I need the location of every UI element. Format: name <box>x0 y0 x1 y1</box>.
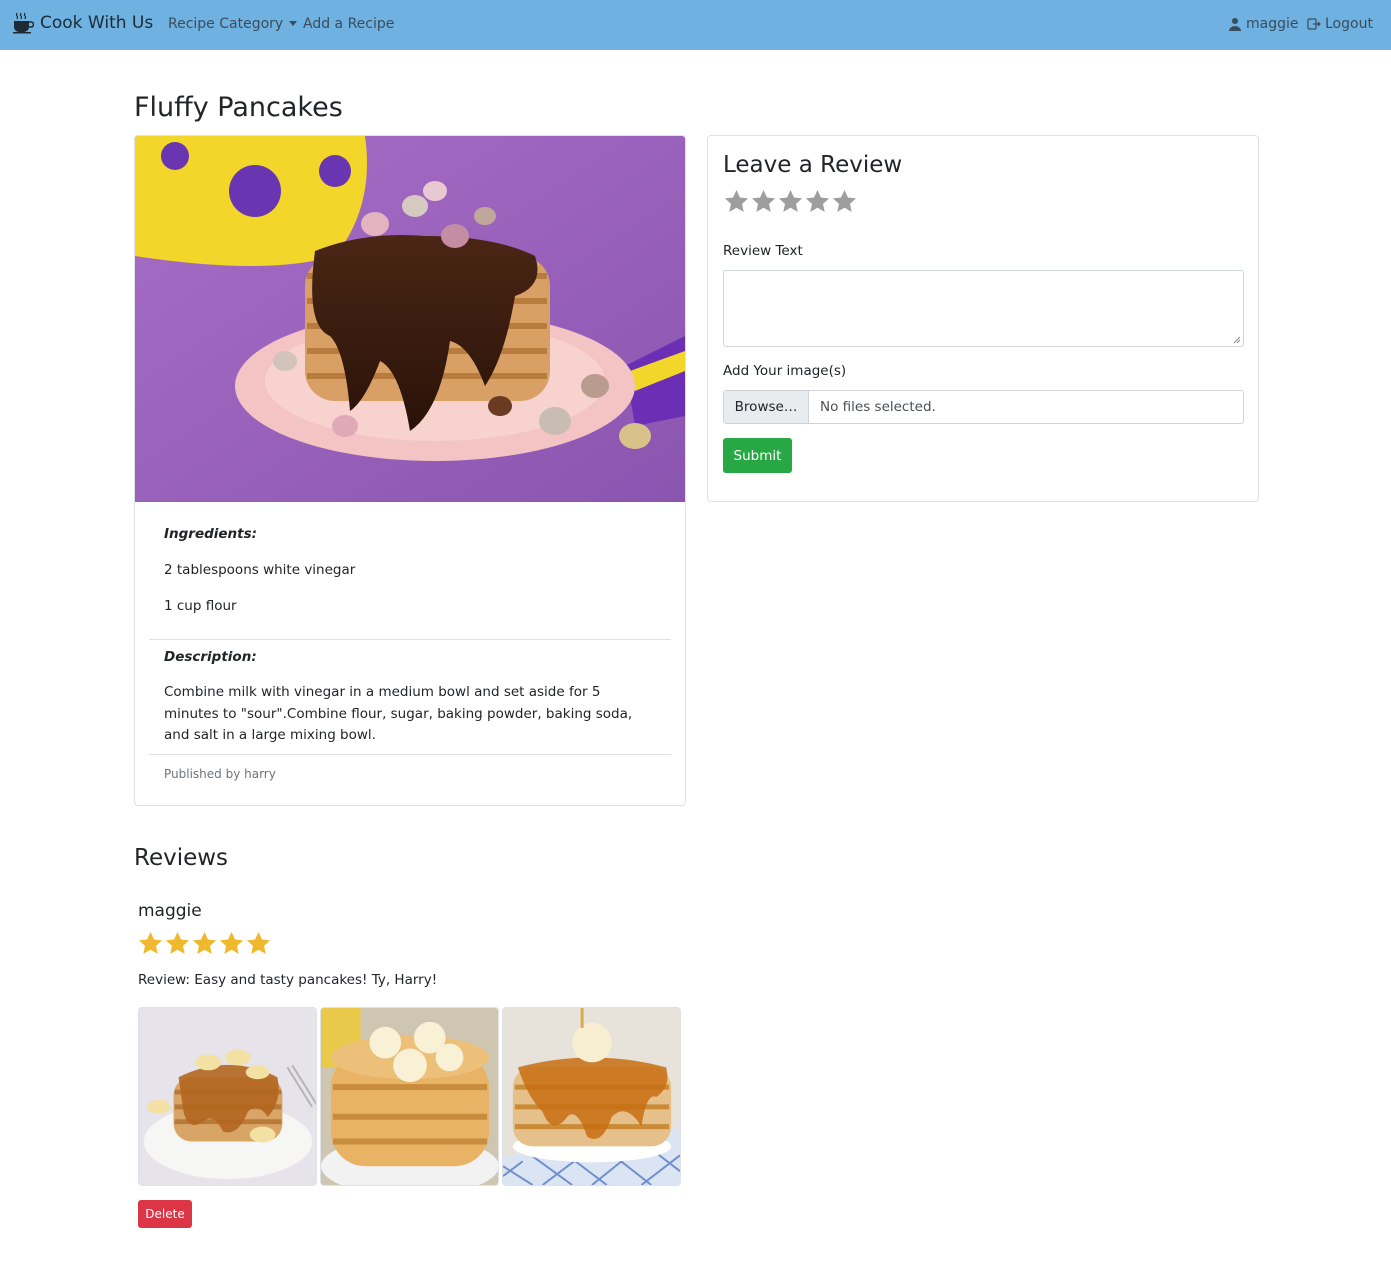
ingredient-item: 2 tablespoons white vinegar <box>164 562 356 578</box>
add-recipe-link[interactable]: Add a Recipe <box>303 16 394 32</box>
review-form-card: Leave a Review Review Text Add Your imag… <box>707 135 1259 502</box>
recipe-image <box>135 136 685 502</box>
filled-star-icon <box>219 932 244 954</box>
coffee-cup-icon <box>13 12 34 34</box>
recipe-category-dropdown[interactable]: Recipe Category <box>168 16 298 32</box>
user-icon <box>1229 18 1241 31</box>
reviews-heading: Reviews <box>134 845 229 871</box>
recipe-title: Fluffy Pancakes <box>134 92 343 123</box>
brand-link[interactable]: Cook With Us <box>12 12 153 34</box>
ingredient-item: 1 cup flour <box>164 598 237 614</box>
description-text: Combine milk with vinegar in a medium bo… <box>164 684 633 743</box>
review-form-heading: Leave a Review <box>723 152 903 178</box>
rating-input[interactable] <box>723 188 858 215</box>
filled-star-icon <box>192 932 217 954</box>
rating-star-icon[interactable] <box>777 188 804 215</box>
logout-link[interactable]: Logout <box>1307 16 1373 32</box>
rating-star-icon[interactable] <box>723 188 750 215</box>
resize-handle-icon[interactable] <box>1233 336 1241 344</box>
recipe-card: Ingredients: 2 tablespoons white vinegar… <box>134 135 686 806</box>
filled-star-icon <box>138 932 163 954</box>
rating-star-icon[interactable] <box>750 188 777 215</box>
filled-star-icon <box>246 932 271 954</box>
logout-label: Logout <box>1325 16 1373 32</box>
logout-icon <box>1307 18 1321 30</box>
delete-review-button[interactable]: Delete <box>138 1200 192 1228</box>
review-text-input[interactable] <box>723 270 1244 347</box>
review-text-label: Review Text <box>723 243 803 259</box>
browse-button[interactable]: Browse… <box>724 391 809 423</box>
divider <box>149 639 671 640</box>
review-image[interactable] <box>138 1007 317 1186</box>
review-author: maggie <box>138 901 202 921</box>
review-image[interactable] <box>320 1007 499 1186</box>
banana-caramel-pancakes-photo <box>139 1008 316 1185</box>
recipe-category-label: Recipe Category <box>168 16 284 32</box>
rating-star-icon[interactable] <box>831 188 858 215</box>
submit-button[interactable]: Submit <box>723 438 792 473</box>
add-images-label: Add Your image(s) <box>723 363 847 379</box>
image-file-input[interactable]: Browse… No files selected. <box>723 390 1244 424</box>
review-text: Review: Easy and tasty pancakes! Ty, Har… <box>138 972 438 988</box>
username-label: maggie <box>1246 16 1299 32</box>
description-label: Description: <box>164 649 257 665</box>
brand-name: Cook With Us <box>40 13 154 33</box>
review-rating <box>137 930 272 957</box>
top-navbar: Cook With Us Recipe Category Add a Recip… <box>0 0 1391 50</box>
user-profile-link[interactable]: maggie <box>1228 16 1299 32</box>
divider <box>149 754 671 755</box>
chevron-down-icon <box>289 21 298 26</box>
ingredients-label: Ingredients: <box>164 526 258 542</box>
review-image[interactable] <box>502 1007 681 1186</box>
file-status-text: No files selected. <box>820 399 936 415</box>
filled-star-icon <box>165 932 190 954</box>
rating-star-icon[interactable] <box>804 188 831 215</box>
banana-pancake-stack-photo <box>321 1008 498 1185</box>
published-by: Published by harry <box>164 767 276 781</box>
syrup-pancake-stack-photo <box>503 1008 680 1185</box>
